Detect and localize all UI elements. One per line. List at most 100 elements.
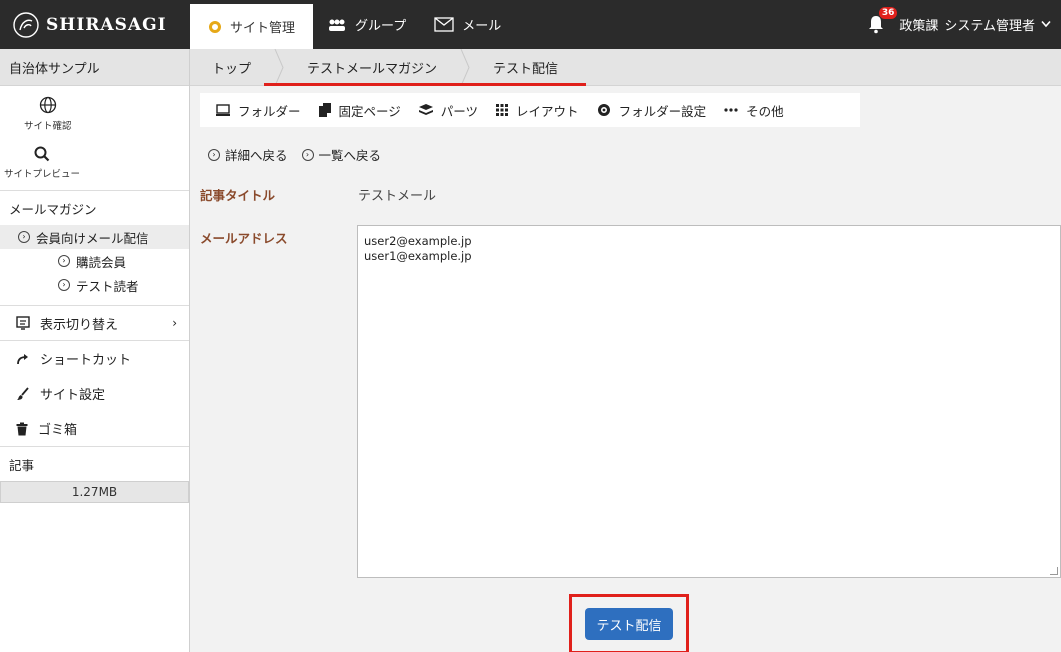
- email-address-line: user1@example.jp: [364, 249, 472, 263]
- logo[interactable]: SHIRASAGI: [0, 0, 190, 49]
- site-check-button[interactable]: サイト確認: [24, 96, 72, 132]
- user-menu[interactable]: 政策課 システム管理者: [899, 15, 1051, 34]
- group-icon: [327, 18, 347, 32]
- toolbar-label: 固定ページ: [338, 103, 401, 119]
- display-icon: [16, 316, 30, 330]
- circle-arrow-icon: ›: [301, 148, 314, 161]
- breadcrumb-separator: [459, 48, 471, 86]
- sidebar-menu: 表示切り替え › ショートカット サイト設定 ゴミ箱: [0, 305, 189, 446]
- submit-highlight-box: テスト配信: [569, 594, 689, 652]
- test-delivery-button[interactable]: テスト配信: [585, 608, 673, 640]
- site-tools: サイト確認 サイトプレビュー: [0, 86, 189, 180]
- nav-mail[interactable]: メール: [420, 0, 515, 49]
- resize-handle[interactable]: [1050, 567, 1058, 575]
- menu-display-toggle[interactable]: 表示切り替え ›: [0, 306, 189, 341]
- heron-logo-icon: [13, 11, 39, 38]
- site-preview-button[interactable]: サイトプレビュー: [4, 146, 80, 180]
- circle-arrow-icon: ›: [18, 231, 30, 243]
- back-links: › 詳細へ戻る › 一覧へ戻る: [208, 145, 381, 164]
- folder-icon: [216, 104, 230, 116]
- breadcrumb-highlight: [264, 83, 586, 86]
- backlink-label: 詳細へ戻る: [225, 148, 288, 163]
- top-bar: SHIRASAGI サイト管理 グループ メール 36 政策課 システム管理者: [0, 0, 1061, 49]
- chevron-right-icon: ›: [172, 316, 177, 330]
- site-preview-label: サイトプレビュー: [4, 169, 81, 180]
- toolbar-fixed-page[interactable]: 固定ページ: [318, 101, 401, 120]
- article-section-head[interactable]: 記事: [0, 446, 189, 481]
- circle-arrow-icon: ›: [208, 148, 220, 161]
- mail-section-head[interactable]: メールマガジン: [0, 190, 189, 225]
- breadcrumb-magazine[interactable]: テストメールマガジン: [285, 49, 459, 85]
- menu-label: 表示切り替え: [40, 317, 119, 333]
- email-address-line: user2@example.jp: [364, 234, 472, 248]
- content-toolbar: フォルダー 固定ページ パーツ レイアウト フォルダー設定 その他: [200, 93, 860, 127]
- page-icon: [318, 103, 331, 117]
- breadcrumb: トップ テストメールマガジン テスト配信: [190, 48, 1061, 86]
- circle-arrow-icon: ›: [58, 255, 70, 267]
- user-area: 36 政策課 システム管理者: [867, 6, 1061, 36]
- tree-label: 購読会員: [76, 254, 127, 270]
- search-icon: [34, 146, 50, 162]
- crumb-label: トップ: [212, 61, 252, 77]
- menu-shortcut[interactable]: ショートカット: [0, 341, 189, 376]
- toolbar-label: フォルダー: [238, 103, 301, 119]
- breadcrumb-separator: [273, 48, 285, 86]
- top-nav: サイト管理 グループ メール: [190, 0, 515, 49]
- notification-bell[interactable]: 36: [867, 6, 898, 36]
- tree-item-test-readers[interactable]: › テスト読者: [0, 273, 189, 297]
- toolbar-label: パーツ: [440, 103, 479, 119]
- user-group: 政策課: [899, 19, 939, 34]
- email-address-textarea[interactable]: user2@example.jp user1@example.jp: [357, 225, 1061, 578]
- globe-icon: [39, 96, 56, 114]
- article-title-value: テストメール: [358, 189, 437, 204]
- menu-trash[interactable]: ゴミ箱: [0, 411, 189, 446]
- logo-text: SHIRASAGI: [46, 14, 167, 35]
- site-name[interactable]: 自治体サンプル: [0, 49, 189, 86]
- storage-usage-bar: 1.27MB: [0, 481, 189, 503]
- tree-item-member-mail[interactable]: › 会員向けメール配信: [0, 225, 189, 249]
- toolbar-layout[interactable]: レイアウト: [496, 101, 579, 120]
- tree-label: テスト読者: [76, 278, 139, 294]
- tree-item-subscribers[interactable]: › 購読会員: [0, 249, 189, 273]
- backlink-label: 一覧へ戻る: [318, 148, 382, 163]
- layout-icon: [496, 104, 509, 116]
- sidebar: 自治体サンプル サイト確認 サイトプレビュー メールマガジン › 会員向けメール…: [0, 49, 190, 652]
- tree-label: 会員向けメール配信: [36, 230, 149, 246]
- nav-label: メール: [462, 19, 502, 34]
- toolbar-more[interactable]: その他: [724, 101, 784, 120]
- toolbar-folder[interactable]: フォルダー: [216, 101, 301, 120]
- more-icon: [724, 108, 738, 112]
- circle-arrow-icon: ›: [58, 279, 70, 291]
- menu-site-settings[interactable]: サイト設定: [0, 376, 189, 411]
- parts-icon: [418, 104, 433, 115]
- folder-settings-icon: [597, 104, 610, 116]
- toolbar-label: フォルダー設定: [618, 103, 707, 119]
- toolbar-folder-settings[interactable]: フォルダー設定: [597, 101, 707, 120]
- back-to-detail-link[interactable]: › 詳細へ戻る: [208, 145, 288, 164]
- notification-badge: 36: [878, 6, 898, 19]
- breadcrumb-test-delivery: テスト配信: [471, 49, 580, 85]
- crumb-label: テスト配信: [493, 61, 559, 77]
- menu-label: ゴミ箱: [38, 423, 78, 438]
- trash-icon: [16, 422, 28, 435]
- article-title-label: 記事タイトル: [200, 188, 276, 203]
- breadcrumb-top[interactable]: トップ: [190, 49, 273, 85]
- email-address-label: メールアドレス: [200, 231, 288, 246]
- nav-label: サイト管理: [230, 21, 296, 36]
- nav-site-admin[interactable]: サイト管理: [190, 4, 314, 49]
- mail-icon: [434, 17, 454, 32]
- chevron-down-icon: [1041, 17, 1051, 32]
- settings-brush-icon: [17, 386, 29, 400]
- user-name: システム管理者: [944, 19, 1035, 34]
- site-check-label: サイト確認: [24, 121, 72, 132]
- menu-label: サイト設定: [40, 388, 106, 403]
- toolbar-label: レイアウト: [516, 103, 579, 119]
- menu-label: ショートカット: [40, 353, 132, 368]
- gear-icon: [208, 20, 222, 34]
- nav-label: グループ: [355, 19, 407, 34]
- back-to-list-link[interactable]: › 一覧へ戻る: [301, 145, 382, 164]
- nav-group[interactable]: グループ: [313, 0, 420, 49]
- toolbar-parts[interactable]: パーツ: [418, 101, 479, 120]
- usage-text: 1.27MB: [71, 485, 118, 499]
- crumb-label: テストメールマガジン: [307, 61, 438, 77]
